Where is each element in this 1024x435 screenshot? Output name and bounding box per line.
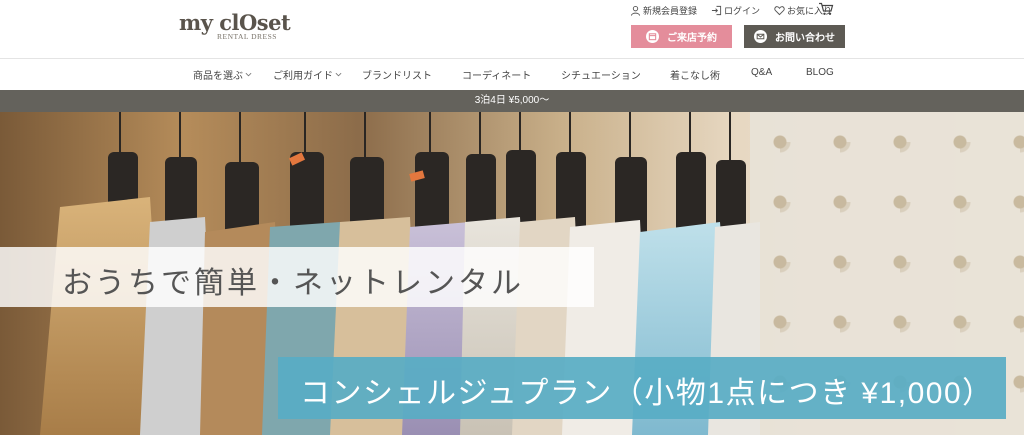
login-label: ログイン — [723, 5, 760, 16]
nav-item-label: コーディネート — [462, 71, 532, 82]
chevron-down-icon — [335, 72, 342, 77]
nav-item-label: 着こなし術 — [670, 71, 720, 82]
site-header: my clOset RENTAL DRESS 新規会員登録 ログイン お気に入り… — [0, 0, 1024, 58]
promo-bar[interactable]: 3泊4日 ¥5,000〜 — [0, 90, 1024, 112]
hero-banner[interactable]: おうちで簡単・ネットレンタル コンシェルジュプラン（小物1点につき ¥1,000… — [0, 112, 1024, 435]
site-logo[interactable]: my clOset RENTAL DRESS — [179, 10, 291, 44]
hero-subline: コンシェルジュプラン（小物1点につき ¥1,000） — [300, 377, 994, 410]
nav-item-label: BLOG — [806, 67, 834, 78]
nav-item-brand-list[interactable]: ブランドリスト — [362, 67, 432, 82]
nav-item-styling-tips[interactable]: 着こなし術 — [670, 67, 720, 82]
login-icon — [711, 5, 722, 15]
promo-text: 3泊4日 ¥5,000〜 — [474, 95, 550, 106]
contact-label: お問い合わせ — [775, 33, 835, 44]
nav-item-label: ブランドリスト — [362, 71, 432, 82]
nav-item-label: ご利用ガイド — [273, 71, 333, 82]
nav-item-label: シチュエーション — [561, 71, 641, 82]
nav-item-coordinate[interactable]: コーディネート — [462, 67, 531, 82]
nav-item-select-products[interactable]: 商品を選ぶ — [193, 67, 252, 82]
register-label: 新規会員登録 — [642, 5, 697, 16]
chevron-down-icon — [245, 72, 252, 77]
contact-button[interactable]: お問い合わせ — [744, 25, 845, 48]
utility-links: 新規会員登録 ログイン お気に入り — [630, 3, 832, 17]
heart-icon — [774, 5, 785, 15]
nav-item-label: Q&A — [751, 67, 773, 78]
calendar-icon — [646, 30, 659, 43]
hero-headline: おうちで簡単・ネットレンタル — [62, 267, 524, 300]
visit-reservation-label: ご来店予約 — [667, 33, 717, 44]
user-icon — [630, 5, 641, 16]
nav-item-usage-guide[interactable]: ご利用ガイド — [273, 67, 342, 82]
register-link[interactable]: 新規会員登録 — [630, 4, 697, 17]
cart-icon[interactable] — [818, 2, 834, 16]
main-nav: 商品を選ぶ ご利用ガイド ブランドリスト コーディネート シチュエーション 着こ… — [0, 58, 1024, 90]
visit-reservation-button[interactable]: ご来店予約 — [631, 25, 732, 48]
login-link[interactable]: ログイン — [711, 4, 760, 17]
nav-item-label: 商品を選ぶ — [193, 71, 243, 82]
logo-tagline: RENTAL DRESS — [217, 32, 277, 41]
nav-item-blog[interactable]: BLOG — [806, 67, 834, 78]
nav-item-situation[interactable]: シチュエーション — [561, 67, 641, 82]
nav-item-qa[interactable]: Q&A — [751, 67, 772, 78]
mail-icon — [754, 30, 767, 43]
